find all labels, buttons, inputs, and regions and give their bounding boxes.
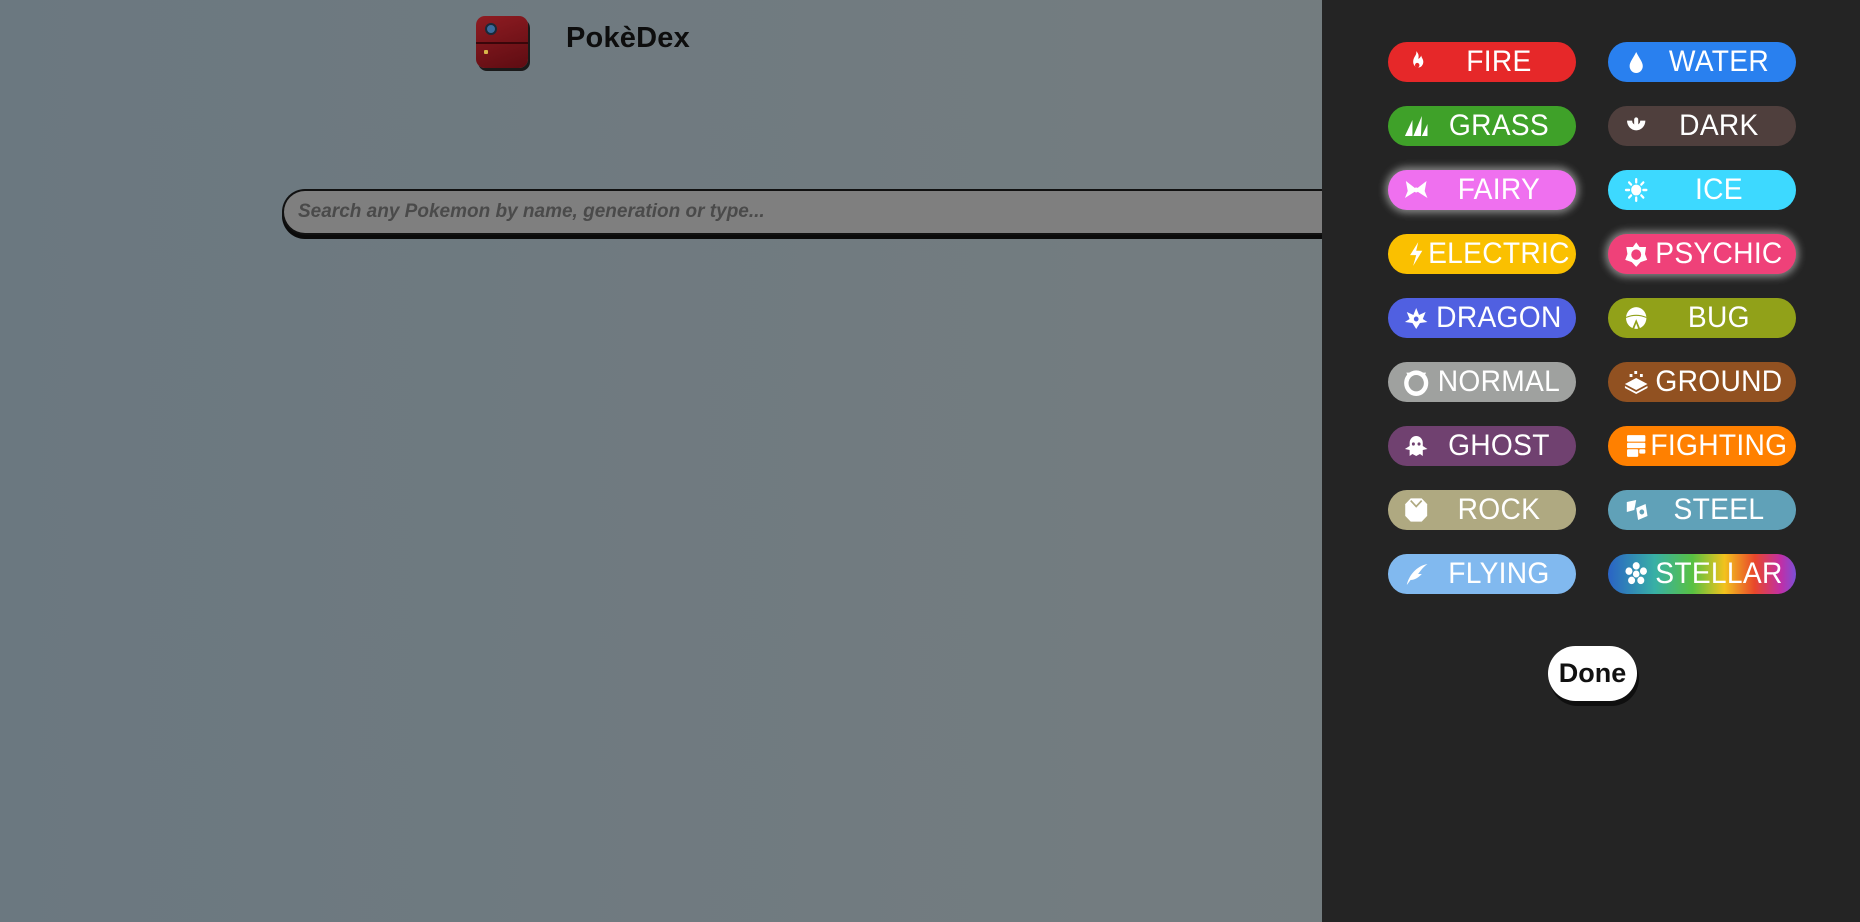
type-filter-dark[interactable]: DARK bbox=[1608, 106, 1796, 146]
type-filter-ghost[interactable]: GHOST bbox=[1388, 426, 1576, 466]
type-filter-grass[interactable]: GRASS bbox=[1388, 106, 1576, 146]
type-filter-electric[interactable]: ELECTRIC bbox=[1388, 234, 1576, 274]
type-label: DARK bbox=[1679, 109, 1759, 142]
type-label: FLYING bbox=[1448, 557, 1550, 590]
type-label: FIRE bbox=[1466, 45, 1532, 78]
type-label: GRASS bbox=[1448, 109, 1549, 142]
type-label: STEEL bbox=[1673, 493, 1765, 526]
flame-icon bbox=[1403, 48, 1429, 76]
steel-icon bbox=[1623, 496, 1649, 524]
type-filter-psychic[interactable]: PSYCHIC bbox=[1608, 234, 1796, 274]
type-label: GHOST bbox=[1448, 429, 1550, 462]
type-label: PSYCHIC bbox=[1655, 237, 1783, 270]
type-label: STELLAR bbox=[1655, 557, 1783, 590]
lightning-icon bbox=[1403, 240, 1429, 268]
type-filter-ground[interactable]: GROUND bbox=[1608, 362, 1796, 402]
type-filter-steel[interactable]: STEEL bbox=[1608, 490, 1796, 530]
type-filter-fighting[interactable]: FIGHTING bbox=[1608, 426, 1796, 466]
type-label: FAIRY bbox=[1457, 173, 1541, 206]
normal-ring-icon bbox=[1403, 368, 1429, 396]
stellar-star-icon bbox=[1623, 560, 1649, 588]
type-filter-stellar[interactable]: STELLAR bbox=[1608, 554, 1796, 594]
app-title: PokèDex bbox=[566, 22, 690, 54]
type-filter-fire[interactable]: FIRE bbox=[1388, 42, 1576, 82]
done-button[interactable]: Done bbox=[1548, 646, 1637, 701]
dragon-icon bbox=[1403, 304, 1429, 332]
snowflake-icon bbox=[1623, 176, 1649, 204]
type-label: ROCK bbox=[1457, 493, 1541, 526]
type-filter-ice[interactable]: ICE bbox=[1608, 170, 1796, 210]
leaf-icon bbox=[1403, 112, 1429, 140]
type-filter-water[interactable]: WATER bbox=[1608, 42, 1796, 82]
type-filter-panel: FIRE WATER GRASS DARK FAIRY ICE ELECTRIC… bbox=[1322, 0, 1860, 922]
type-label: NORMAL bbox=[1437, 365, 1561, 398]
type-label: BUG bbox=[1687, 301, 1750, 334]
type-filter-normal[interactable]: NORMAL bbox=[1388, 362, 1576, 402]
ghost-icon bbox=[1403, 432, 1429, 460]
psychic-eye-icon bbox=[1623, 240, 1649, 268]
type-filter-fairy[interactable]: FAIRY bbox=[1388, 170, 1576, 210]
wing-icon bbox=[1403, 560, 1429, 588]
dark-moon-icon bbox=[1623, 112, 1649, 140]
water-drop-icon bbox=[1623, 48, 1649, 76]
bug-icon bbox=[1623, 304, 1649, 332]
type-filter-flying[interactable]: FLYING bbox=[1388, 554, 1576, 594]
type-label: ICE bbox=[1694, 173, 1743, 206]
search-input[interactable] bbox=[282, 189, 1402, 235]
type-filter-bug[interactable]: BUG bbox=[1608, 298, 1796, 338]
type-filter-dragon[interactable]: DRAGON bbox=[1388, 298, 1576, 338]
type-label: DRAGON bbox=[1436, 301, 1562, 334]
rock-icon bbox=[1403, 496, 1429, 524]
type-filter-rock[interactable]: ROCK bbox=[1388, 490, 1576, 530]
ground-layers-icon bbox=[1623, 368, 1649, 396]
pokedex-logo-icon bbox=[476, 16, 528, 68]
type-label: WATER bbox=[1668, 45, 1769, 78]
fairy-bow-icon bbox=[1403, 176, 1429, 204]
type-label: ELECTRIC bbox=[1428, 237, 1570, 270]
type-label: GROUND bbox=[1655, 365, 1783, 398]
type-label: FIGHTING bbox=[1650, 429, 1788, 462]
fist-icon bbox=[1623, 432, 1649, 460]
